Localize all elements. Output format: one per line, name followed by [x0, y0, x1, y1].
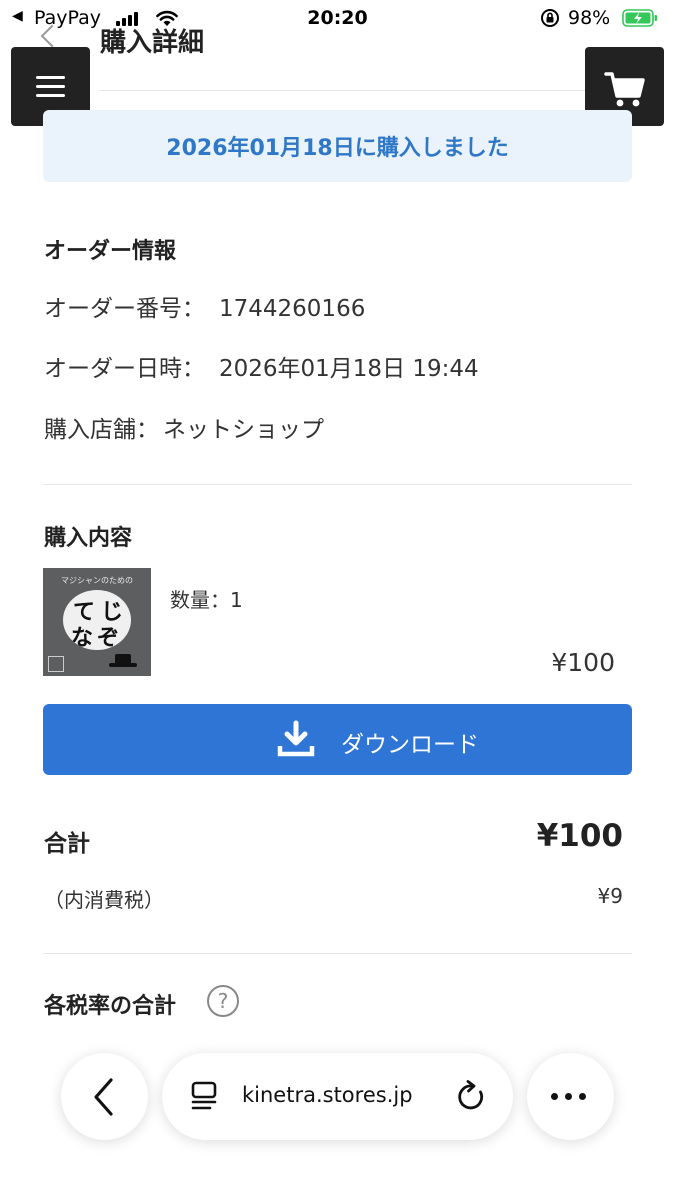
download-icon — [277, 720, 315, 757]
tax-rate-totals-label: 各税率の合計 — [44, 994, 177, 1019]
store-row: 購入店舗： ネットショップ — [44, 410, 324, 444]
total-value: ¥100 — [536, 818, 623, 854]
tax-value: ¥9 — [597, 884, 623, 908]
item-price: ¥100 — [551, 648, 615, 677]
order-number-value: 1744260166 — [219, 296, 366, 322]
order-datetime-label: オーダー日時： — [44, 356, 205, 382]
download-label: ダウンロード — [341, 732, 479, 758]
rotation-lock-icon — [541, 9, 559, 27]
download-button[interactable]: ダウンロード — [43, 704, 632, 775]
page-title: 購入詳細 — [100, 28, 205, 58]
order-datetime-row: オーダー日時： 2026年01月18日 19:44 — [44, 349, 479, 383]
store-label: 購入店舗： — [44, 417, 159, 443]
divider — [43, 484, 632, 485]
hamburger-icon — [36, 76, 65, 79]
tab-overview-icon[interactable] — [190, 1080, 220, 1112]
order-info-heading: オーダー情報 — [44, 239, 177, 264]
battery-percent: 98% — [568, 7, 611, 29]
divider — [100, 90, 632, 91]
more-options-button[interactable] — [527, 1053, 614, 1140]
divider — [43, 953, 632, 954]
battery-charging-icon — [622, 9, 657, 27]
url-text[interactable]: kinetra.stores.jp — [242, 1083, 413, 1107]
product-thumbnail[interactable]: マジシャンのための てじ なぞ — [43, 568, 151, 676]
chevron-left-icon — [94, 1078, 113, 1116]
order-number-row: オーダー番号： 1744260166 — [44, 289, 365, 323]
store-value: ネットショップ — [163, 417, 324, 443]
tax-label: （内消費税） — [44, 888, 164, 912]
reload-icon[interactable] — [456, 1080, 488, 1114]
ellipsis-icon — [551, 1093, 586, 1100]
total-label: 合計 — [44, 831, 90, 857]
help-icon[interactable]: ? — [207, 985, 239, 1017]
purchase-date-text: 2026年01月18日に購入しました — [166, 136, 509, 161]
address-bar[interactable]: kinetra.stores.jp — [162, 1053, 513, 1140]
item-quantity: 数量：1 — [170, 588, 243, 612]
purchase-contents-heading: 購入内容 — [44, 526, 133, 551]
browser-back-button[interactable] — [61, 1053, 148, 1140]
thumb-title-line2: なぞ — [71, 626, 124, 651]
purchase-date-notice: 2026年01月18日に購入しました — [43, 110, 632, 182]
qr-code-icon — [48, 656, 64, 672]
thumb-tagline: マジシャンのための — [61, 576, 133, 585]
order-number-label: オーダー番号： — [44, 296, 205, 322]
order-datetime-value: 2026年01月18日 19:44 — [219, 356, 479, 382]
